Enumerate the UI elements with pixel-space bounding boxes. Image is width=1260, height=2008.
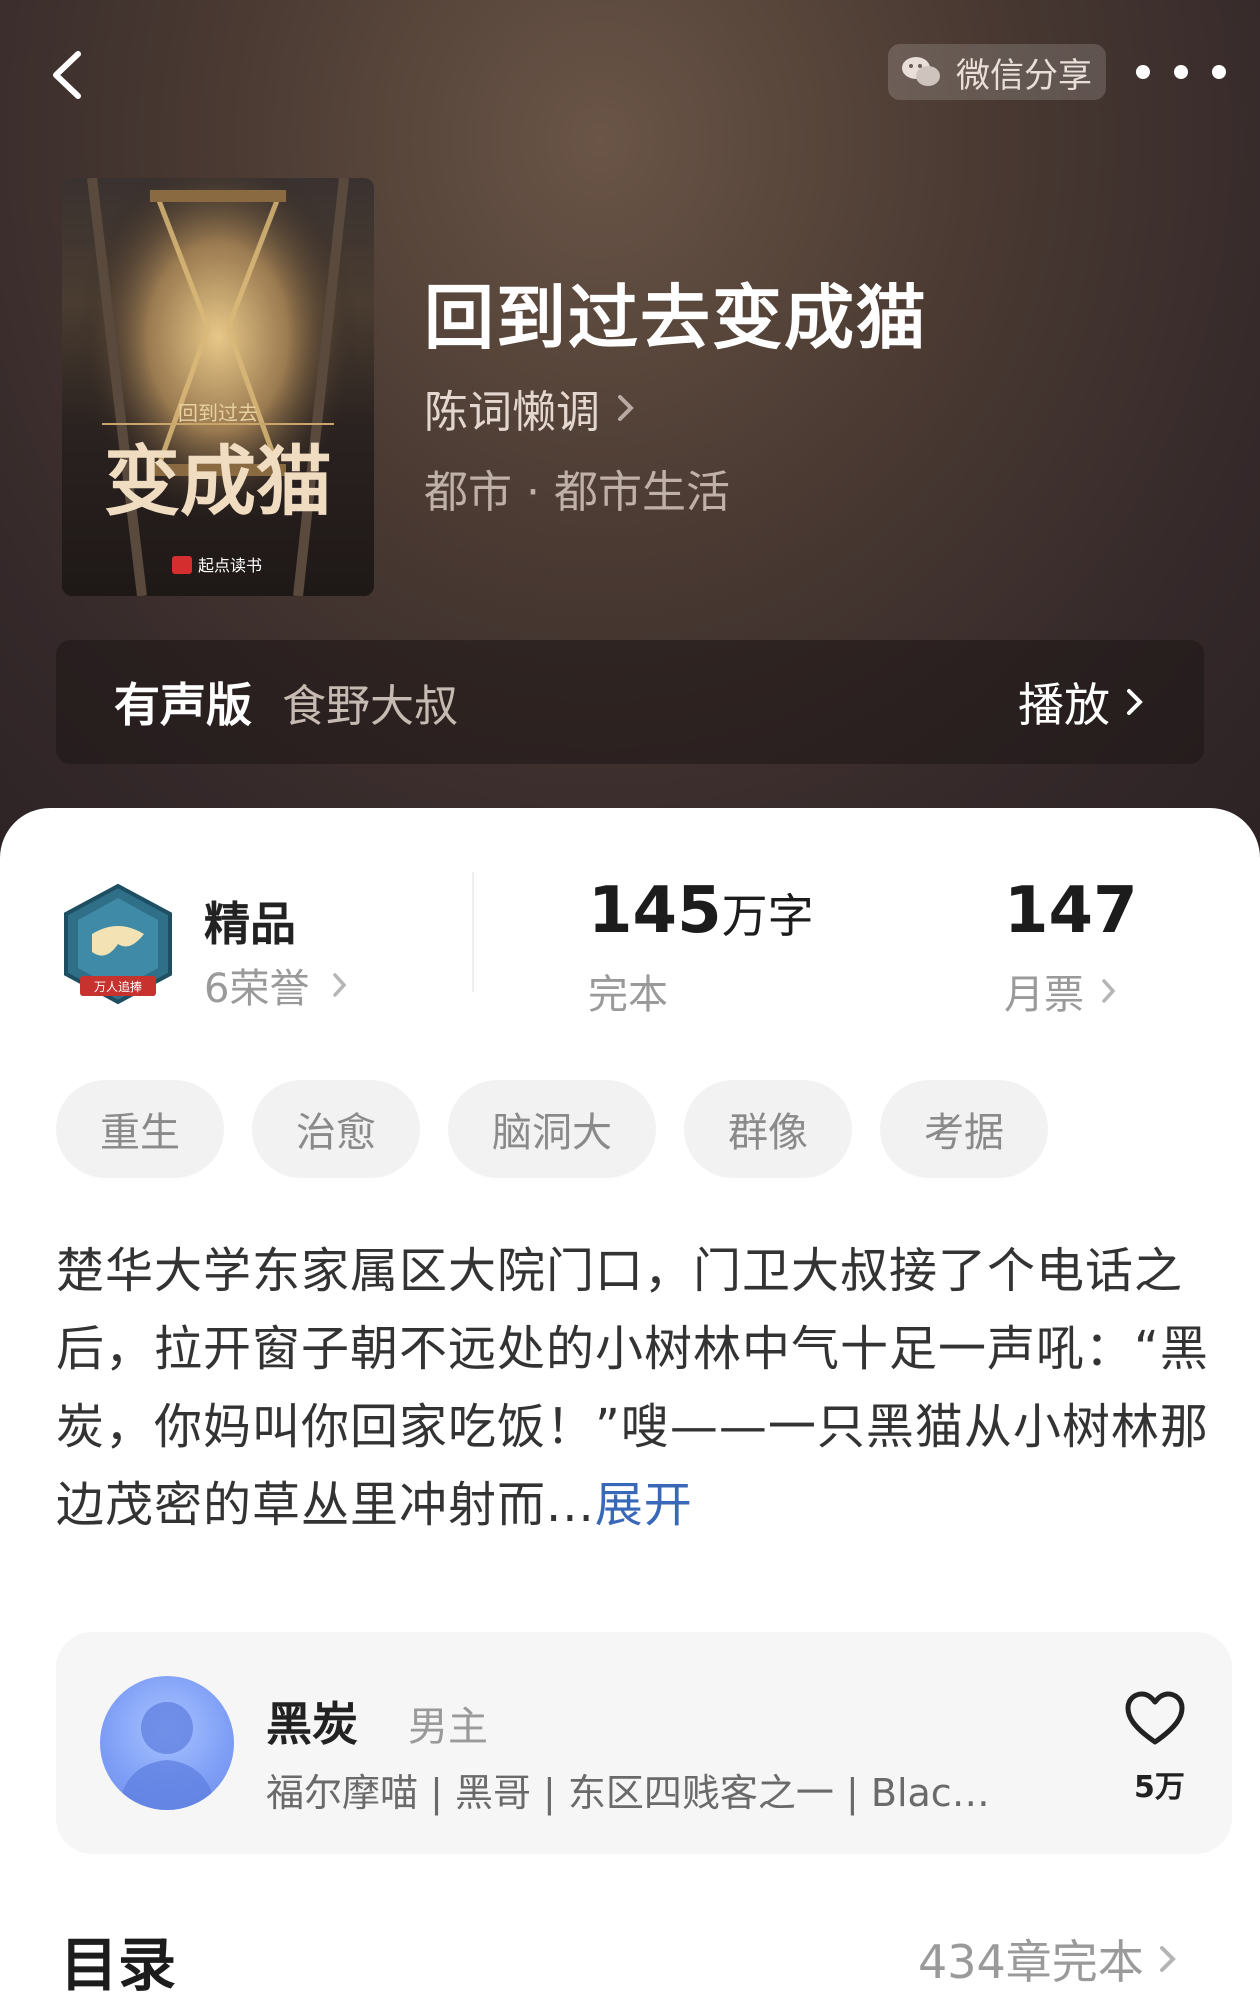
honor-badge-icon[interactable]: 万人追捧 xyxy=(58,882,178,1008)
chevron-right-icon xyxy=(333,973,347,997)
synopsis: 楚华大学东家属区大院门口，门卫大叔接了个电话之后，拉开窗子朝不远处的小树林中气十… xyxy=(56,1232,1216,1544)
word-count-number: 145 xyxy=(588,874,722,948)
honor-link[interactable]: 6荣誉 xyxy=(204,956,349,1014)
audio-play-button[interactable]: 播放 xyxy=(1018,669,1146,735)
svg-text:万人追捧: 万人追捧 xyxy=(94,979,142,994)
wechat-icon xyxy=(902,57,940,86)
character-aliases: 福尔摩喵 | 黑哥 | 东区四贱客之一 | Blac… xyxy=(266,1771,990,1815)
more-options-button[interactable] xyxy=(1136,50,1226,94)
book-genre: 都市 · 都市生活 xyxy=(424,467,730,518)
share-label: 微信分享 xyxy=(956,55,1092,96)
honor-count: 6荣誉 xyxy=(204,966,310,1012)
audio-reader: 食野大叔 xyxy=(282,681,458,732)
audio-label: 有声版 xyxy=(114,678,252,732)
tag-chip[interactable]: 群像 xyxy=(684,1080,852,1178)
completion-status: 完本 xyxy=(588,972,668,1018)
like-count: 5万 xyxy=(1134,1770,1185,1805)
wechat-share-button[interactable]: 微信分享 xyxy=(888,44,1106,100)
word-count-unit: 万字 xyxy=(721,889,814,943)
character-name: 黑炭 xyxy=(266,1697,358,1751)
back-button[interactable] xyxy=(36,40,106,110)
svg-text:变成猫: 变成猫 xyxy=(104,437,332,526)
monthly-tickets-count: 147 xyxy=(1004,874,1138,948)
chevron-right-icon xyxy=(618,395,634,421)
play-label: 播放 xyxy=(1018,678,1110,732)
monthly-tickets-label: 月票 xyxy=(1004,972,1084,1018)
author-name: 陈词懒调 xyxy=(424,387,600,438)
chevron-right-icon xyxy=(1159,1946,1176,1972)
stats-divider xyxy=(472,872,474,992)
svg-text:起点读书: 起点读书 xyxy=(198,556,262,575)
heart-icon[interactable] xyxy=(1124,1690,1186,1746)
person-silhouette-icon xyxy=(118,1702,216,1810)
character-role: 男主 xyxy=(408,1704,488,1750)
tag-chip[interactable]: 脑洞大 xyxy=(448,1080,656,1178)
character-avatar xyxy=(100,1676,234,1810)
tag-chip[interactable]: 治愈 xyxy=(252,1080,420,1178)
book-title: 回到过去变成猫 xyxy=(424,276,928,359)
audio-version-bar[interactable]: 有声版 食野大叔 播放 xyxy=(56,640,1204,764)
cover-art: 回到过去 变成猫 起点读书 xyxy=(62,178,374,596)
expand-synopsis-link[interactable]: 展开 xyxy=(595,1477,693,1533)
tag-chip[interactable]: 考据 xyxy=(880,1080,1048,1178)
honor-title: 精品 xyxy=(204,897,296,951)
back-arrow-icon xyxy=(53,51,81,99)
tag-list: 重生 治愈 脑洞大 群像 考据 xyxy=(56,1080,1048,1178)
monthly-tickets-link[interactable]: 月票 xyxy=(1004,962,1118,1020)
toc-title: 目录 xyxy=(60,1931,177,1999)
book-cover[interactable]: 回到过去 变成猫 起点读书 xyxy=(62,178,374,596)
chevron-right-icon xyxy=(1127,689,1143,715)
toc-link[interactable]: 434章完本 xyxy=(918,1926,1178,1992)
character-card[interactable]: 黑炭 男主 福尔摩喵 | 黑哥 | 东区四贱客之一 | Blac… 5万 xyxy=(56,1632,1232,1854)
word-count: 145万字 xyxy=(588,874,814,948)
more-dots-icon xyxy=(1136,65,1150,79)
author-link[interactable]: 陈词懒调 xyxy=(424,376,636,440)
svg-text:回到过去: 回到过去 xyxy=(178,401,258,425)
chevron-right-icon xyxy=(1102,979,1116,1003)
toc-chapter-count: 434章完本 xyxy=(918,1935,1144,1989)
tag-chip[interactable]: 重生 xyxy=(56,1080,224,1178)
